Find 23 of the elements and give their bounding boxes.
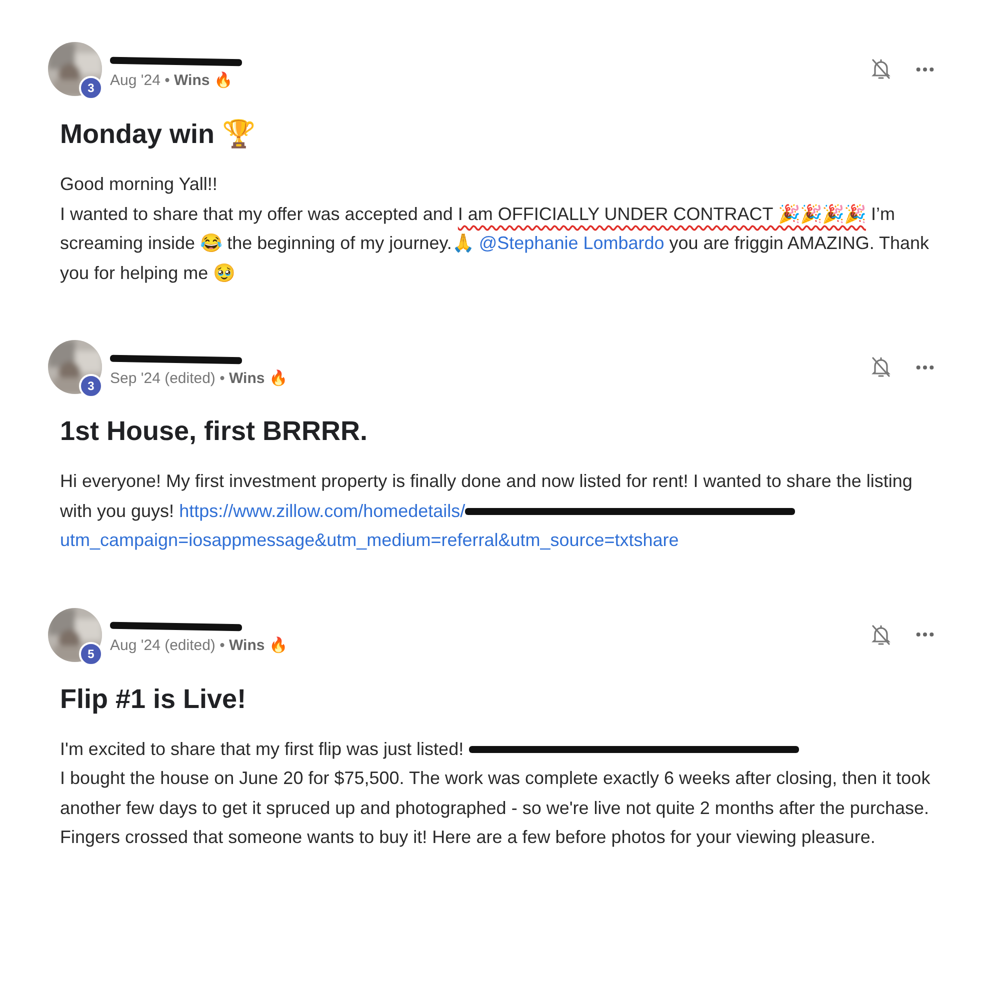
link[interactable]: https://www.zillow.com/homedetails/ (179, 500, 466, 520)
post-meta: Aug '24 (edited) • Wins 🔥 (110, 636, 289, 654)
bell-off-icon[interactable] (869, 57, 893, 81)
level-badge: 3 (79, 374, 103, 398)
link[interactable]: @Stephanie Lombardo (478, 233, 664, 253)
bell-off-icon[interactable] (869, 622, 893, 646)
post-text: I wanted to share that my offer was accepted and I am OFFICIALLY UNDER CONTRACT 🎉🎉🎉🎉 I’m screaming inside 😂 the beginning of my journey.🙏 @Stephanie Lombardo you are friggin AMAZING. Thank you for helping me 🥹 (60, 202, 930, 285)
more-icon[interactable] (915, 66, 935, 72)
post-meta: Sep '24 (edited) • Wins 🔥 (110, 368, 289, 386)
bell-off-icon[interactable] (869, 355, 893, 379)
more-icon[interactable] (915, 364, 935, 370)
post-meta: Aug '24 • Wins 🔥 (110, 70, 234, 88)
post-title: 1st House, first BRRRR. (60, 416, 369, 447)
post-title: Monday win 🏆 (60, 118, 257, 150)
post-text: Hi everyone! My first investment property is finally done and now listed for rent! I wanted to share the listing with you guys! https://www.zillow.com/homedetails/ utm_campaign=iosappmessage&utm_medium=referral&utm_source=txtshare (60, 470, 914, 552)
post-text: I bought the house on June 20 for $75,500. The work was complete exactly 6 weeks after closing, then it took another few days to get it spruced up and photographed - so we're live not quite 2 months after the purchase. Fingers crossed that someone wants to buy it! Here are a few before photos for your viewing pleasure. (60, 767, 932, 849)
post-text: I'm excited to share that my first flip was just listed! (60, 734, 940, 764)
link[interactable]: utm_campaign=iosappmessage&utm_medium=referral&utm_source=txtshare (60, 530, 679, 550)
level-badge: 3 (79, 76, 103, 100)
level-badge: 5 (79, 642, 103, 666)
post-title: Flip #1 is Live! (60, 684, 248, 714)
more-icon[interactable] (915, 631, 935, 638)
post-text: Good morning Yall!! (60, 173, 218, 196)
